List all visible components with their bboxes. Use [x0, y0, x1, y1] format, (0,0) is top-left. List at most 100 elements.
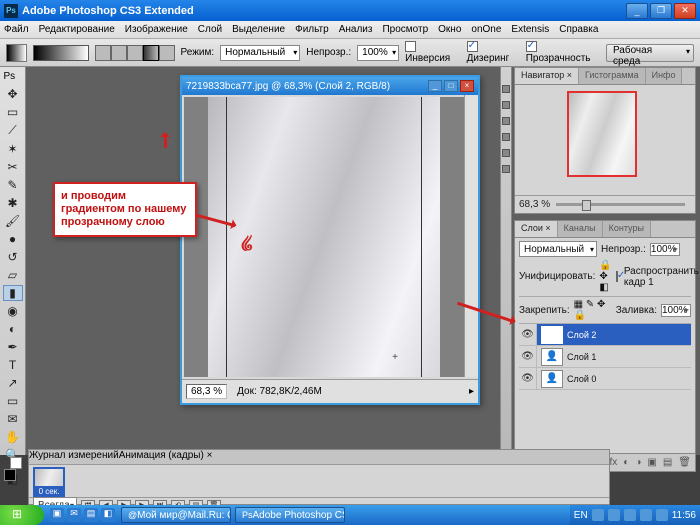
- transparency-checkbox[interactable]: [526, 41, 537, 52]
- tab-info[interactable]: Инфо: [646, 68, 683, 84]
- menu-window[interactable]: Окно: [438, 24, 461, 35]
- tray-icon[interactable]: [624, 509, 636, 521]
- propagate-checkbox[interactable]: [616, 271, 618, 282]
- nav-zoom-field[interactable]: 68,3 %: [519, 199, 550, 210]
- menu-layer[interactable]: Слой: [198, 24, 222, 35]
- marquee-tool[interactable]: ▭: [3, 104, 23, 120]
- menu-file[interactable]: Файл: [4, 24, 29, 35]
- start-button[interactable]: [0, 505, 44, 525]
- pen-tool[interactable]: ✒: [3, 339, 23, 355]
- path-tool[interactable]: ↗: [3, 375, 23, 391]
- dock-icon[interactable]: [502, 117, 510, 125]
- layer-row[interactable]: 👁 Слой 2: [519, 324, 691, 346]
- minimize-button[interactable]: _: [626, 3, 648, 19]
- menu-filter[interactable]: Фильтр: [295, 24, 329, 35]
- hand-tool[interactable]: ✋: [3, 429, 23, 445]
- fill-input[interactable]: 100%: [661, 304, 691, 317]
- shape-tool[interactable]: ▭: [3, 393, 23, 409]
- doc-minimize-button[interactable]: _: [428, 80, 442, 92]
- type-tool[interactable]: T: [3, 357, 23, 373]
- menu-extensis[interactable]: Extensis: [511, 24, 549, 35]
- maximize-button[interactable]: ❐: [650, 3, 672, 19]
- layer-fx-button[interactable]: fx: [610, 457, 618, 468]
- blend-mode-select[interactable]: Нормальный: [220, 45, 300, 61]
- nav-zoom-slider[interactable]: [556, 203, 685, 206]
- menu-onone[interactable]: onOne: [471, 24, 501, 35]
- tab-measurements[interactable]: Журнал измерений: [29, 450, 119, 464]
- ql-icon[interactable]: ✉: [67, 508, 81, 522]
- close-button[interactable]: ✕: [674, 3, 696, 19]
- tray-icon[interactable]: [640, 509, 652, 521]
- gradient-preview[interactable]: [33, 45, 88, 61]
- tray-icon[interactable]: [592, 509, 604, 521]
- dock-icon[interactable]: [502, 149, 510, 157]
- dither-checkbox[interactable]: [467, 41, 478, 52]
- layer-row[interactable]: 👁 👤 Слой 0: [519, 368, 691, 390]
- tool-preset-picker[interactable]: [6, 44, 27, 62]
- dock-icon[interactable]: [502, 165, 510, 173]
- ql-icon[interactable]: ◧: [101, 508, 115, 522]
- document-canvas[interactable]: +: [184, 97, 464, 377]
- tab-animation[interactable]: Анимация (кадры) ×: [119, 450, 213, 464]
- history-brush-tool[interactable]: ↺: [3, 249, 23, 265]
- workspace-button[interactable]: Рабочая среда: [606, 44, 694, 62]
- tab-paths[interactable]: Контуры: [603, 221, 651, 237]
- linear-gradient-button[interactable]: [95, 45, 111, 61]
- angle-gradient-button[interactable]: [127, 45, 143, 61]
- document-titlebar[interactable]: 7219833bca77.jpg @ 68,3% (Слой 2, RGB/8)…: [182, 77, 478, 95]
- heal-tool[interactable]: ✱: [3, 195, 23, 211]
- visibility-toggle[interactable]: 👁: [519, 368, 537, 389]
- dock-icon[interactable]: [502, 133, 510, 141]
- dodge-tool[interactable]: ◐: [3, 321, 23, 337]
- animation-frame[interactable]: 0 сек.: [33, 467, 65, 497]
- menu-view[interactable]: Просмотр: [382, 24, 428, 35]
- dock-icon[interactable]: [502, 101, 510, 109]
- tray-icon[interactable]: [608, 509, 620, 521]
- move-tool[interactable]: ✥: [3, 86, 23, 102]
- tab-layers[interactable]: Слои ×: [515, 221, 558, 237]
- stamp-tool[interactable]: ●: [3, 231, 23, 247]
- reflected-gradient-button[interactable]: [143, 45, 159, 61]
- language-indicator[interactable]: EN: [574, 510, 588, 521]
- tab-channels[interactable]: Каналы: [558, 221, 603, 237]
- tray-icon[interactable]: [656, 509, 668, 521]
- wand-tool[interactable]: ✶: [3, 141, 23, 157]
- crop-tool[interactable]: ✂: [3, 159, 23, 175]
- menu-analysis[interactable]: Анализ: [339, 24, 373, 35]
- layer-row[interactable]: 👁 👤 Слой 1: [519, 346, 691, 368]
- zoom-field[interactable]: 68,3 %: [186, 384, 227, 399]
- group-button[interactable]: ▣: [647, 457, 656, 468]
- new-layer-button[interactable]: ▤: [663, 457, 672, 468]
- gradient-tool[interactable]: ▮: [3, 285, 23, 301]
- menu-select[interactable]: Выделение: [232, 24, 285, 35]
- menu-image[interactable]: Изображение: [125, 24, 188, 35]
- brush-tool[interactable]: 🖌: [3, 213, 23, 229]
- adjustment-layer-button[interactable]: ◑: [635, 457, 641, 468]
- doc-close-button[interactable]: ×: [460, 80, 474, 92]
- tab-navigator[interactable]: Навигатор ×: [515, 68, 579, 84]
- visibility-toggle[interactable]: 👁: [519, 346, 537, 367]
- layer-blend-select[interactable]: Нормальный: [519, 241, 597, 257]
- reverse-checkbox[interactable]: [405, 41, 416, 52]
- lasso-tool[interactable]: ⟋: [3, 122, 23, 139]
- dock-icon[interactable]: [502, 85, 510, 93]
- layer-opacity-input[interactable]: 100%: [650, 243, 680, 256]
- navigator-thumbnail[interactable]: [567, 91, 637, 177]
- notes-tool[interactable]: ✉: [3, 411, 23, 427]
- clock[interactable]: 11:56: [672, 510, 696, 521]
- delete-layer-button[interactable]: 🗑: [678, 457, 691, 468]
- menu-help[interactable]: Справка: [559, 24, 598, 35]
- blur-tool[interactable]: ◉: [3, 303, 23, 319]
- taskbar-item[interactable]: Ps Adobe Photoshop CS...: [235, 507, 345, 523]
- doc-maximize-button[interactable]: □: [444, 80, 458, 92]
- vertical-scrollbar[interactable]: [464, 95, 478, 377]
- radial-gradient-button[interactable]: [111, 45, 127, 61]
- taskbar-item[interactable]: @ Мой мир@Mail.Ru: С...: [121, 507, 231, 523]
- menu-edit[interactable]: Редактирование: [39, 24, 115, 35]
- eraser-tool[interactable]: ▱: [3, 267, 23, 283]
- opacity-input[interactable]: 100%: [357, 45, 399, 61]
- diamond-gradient-button[interactable]: [159, 45, 175, 61]
- ql-icon[interactable]: ▣: [50, 508, 64, 522]
- visibility-toggle[interactable]: 👁: [519, 324, 537, 345]
- tab-histogram[interactable]: Гистограмма: [579, 68, 646, 84]
